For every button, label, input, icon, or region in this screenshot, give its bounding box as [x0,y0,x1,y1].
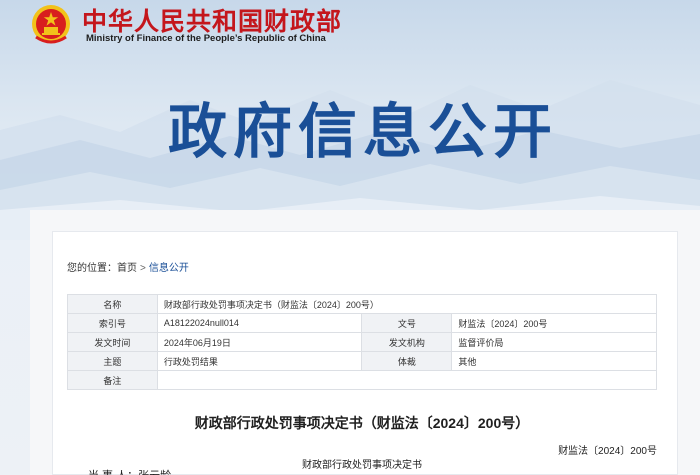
banner-title: 政府信息公开 [167,97,558,166]
breadcrumb-current-link[interactable]: 信息公开 [149,263,189,274]
breadcrumb-home-link[interactable]: 首页 [117,263,137,274]
table-row: 索引号 A18122024null014 文号 财监法〔2024〕200号 [67,313,657,333]
name-value: 财政部行政处罚事项决定书（财监法〔2024〕200号） [156,294,658,314]
remark-value [156,370,658,390]
index-value: A18122024null014 [156,313,363,333]
doc-number-value: 财监法〔2024〕200号 [451,313,657,333]
genre-label: 体裁 [361,351,453,371]
index-label: 索引号 [67,313,158,333]
date-value: 2024年06月19日 [156,332,363,352]
document-title: 财政部行政处罚事项决定书（财监法〔2024〕200号） [194,415,530,431]
breadcrumb-separator: > [140,263,146,274]
genre-value: 其他 [451,351,657,371]
topic-value: 行政处罚结果 [156,351,363,371]
name-label: 名称 [67,294,158,314]
table-row: 主题 行政处罚结果 体裁 其他 [67,351,657,371]
party-line: 当 事 人：张云龄 [88,467,171,475]
table-row: 发文时间 2024年06月19日 发文机构 监督评价局 [67,332,657,352]
doc-number-label: 文号 [361,313,453,333]
national-emblem-logo [32,5,70,44]
document-number: 财监法〔2024〕200号 [558,446,657,457]
breadcrumb-prefix: 您的位置： [67,263,117,274]
document-metadata-table: 名称 财政部行政处罚事项决定书（财监法〔2024〕200号） 索引号 A1812… [67,294,658,390]
breadcrumb: 您的位置：首页 > 信息公开 [67,259,189,274]
table-row: 备注 [67,370,658,390]
org-value: 监督评价局 [451,332,657,352]
topic-label: 主题 [67,351,158,371]
org-label: 发文机构 [361,332,453,352]
remark-label: 备注 [67,370,158,390]
site-name-english[interactable]: Ministry of Finance of the People’s Repu… [86,33,326,44]
date-label: 发文时间 [67,332,158,352]
table-row: 名称 财政部行政处罚事项决定书（财监法〔2024〕200号） [67,294,658,314]
